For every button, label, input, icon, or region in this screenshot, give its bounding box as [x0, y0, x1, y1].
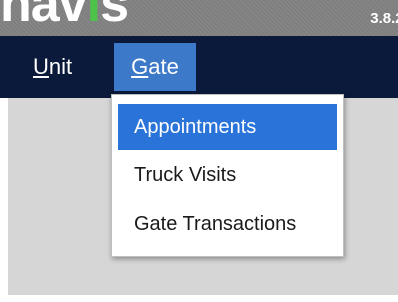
- menu-gate-label: ate: [148, 54, 179, 79]
- logo-text-main: nav: [0, 0, 88, 33]
- navis-logo: navis: [0, 0, 129, 33]
- gate-dropdown-menu: Appointments Truck Visits Gate Transacti…: [111, 94, 344, 257]
- version-label: 3.8.20: [370, 10, 398, 27]
- menu-item-truck-visits[interactable]: Truck Visits: [118, 152, 337, 198]
- menu-unit-mnemonic: U: [33, 54, 49, 79]
- menu-gate[interactable]: Gate: [114, 43, 196, 91]
- menu-unit[interactable]: Unit: [33, 43, 72, 91]
- title-bar: navis 3.8.20: [0, 0, 398, 36]
- menu-unit-label: nit: [48, 54, 73, 79]
- logo-text-accent: i: [86, 0, 101, 33]
- menu-item-appointments[interactable]: Appointments: [118, 104, 337, 150]
- app-window: navis 3.8.20 Unit Gate Appointments Truc…: [0, 0, 398, 302]
- menu-bar: Unit Gate: [0, 36, 398, 98]
- logo-text-tail: s: [100, 0, 129, 33]
- menu-item-gate-transactions[interactable]: Gate Transactions: [118, 201, 337, 247]
- menu-gate-mnemonic: G: [131, 54, 149, 79]
